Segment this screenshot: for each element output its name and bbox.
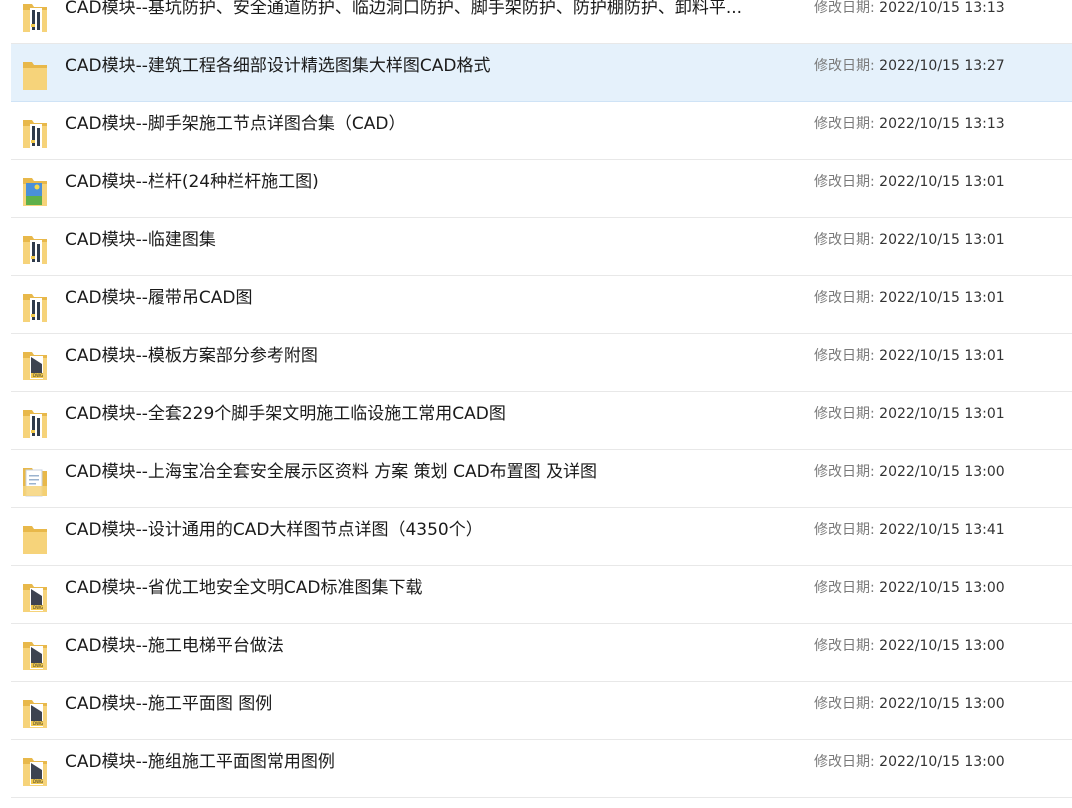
dwg-folder-icon: DWG <box>21 694 49 730</box>
item-name[interactable]: CAD模块--施工平面图 图例 <box>65 689 272 714</box>
item-name[interactable]: CAD模块--上海宝冶全套安全展示区资料 方案 策划 CAD布置图 及详图 <box>65 457 597 482</box>
modified-date-label: 修改日期: <box>814 348 875 364</box>
modified-date-value: 2022/10/15 13:01 <box>879 290 1005 306</box>
modified-date-label: 修改日期: <box>814 174 875 190</box>
modified-date-label: 修改日期: <box>814 580 875 596</box>
modified-date: 修改日期: 2022/10/15 13:13 <box>814 0 1005 17</box>
list-item[interactable]: CAD模块--基坑防护、安全通道防护、临边洞口防护、脚手架防护、防护棚防护、卸料… <box>11 0 1072 44</box>
modified-date-label: 修改日期: <box>814 232 875 248</box>
modified-date-label: 修改日期: <box>814 638 875 654</box>
item-name[interactable]: CAD模块--模板方案部分参考附图 <box>65 341 318 366</box>
svg-text:DWG: DWG <box>33 721 43 726</box>
item-name[interactable]: CAD模块--临建图集 <box>65 225 216 250</box>
folder-icon <box>21 520 49 556</box>
item-name[interactable]: CAD模块--脚手架施工节点详图合集（CAD） <box>65 109 405 134</box>
modified-date-label: 修改日期: <box>814 754 875 770</box>
modified-date-label: 修改日期: <box>814 464 875 480</box>
list-item[interactable]: CAD模块--设计通用的CAD大样图节点详图（4350个） 修改日期: 2022/… <box>11 508 1072 566</box>
list-item[interactable]: CAD模块--脚手架施工节点详图合集（CAD） 修改日期: 2022/10/15 … <box>11 102 1072 160</box>
modified-date-label: 修改日期: <box>814 0 875 16</box>
list-item[interactable]: CAD模块--建筑工程各细部设计精选图集大样图CAD格式 修改日期: 2022/1… <box>11 44 1072 102</box>
modified-date-value: 2022/10/15 13:01 <box>879 174 1005 190</box>
modified-date-label: 修改日期: <box>814 116 875 132</box>
list-item[interactable]: CAD模块--履带吊CAD图 修改日期: 2022/10/15 13:01 <box>11 276 1072 334</box>
dwg-folder-icon: DWG <box>21 752 49 788</box>
dwg-folder-icon: DWG <box>21 346 49 382</box>
item-name[interactable]: CAD模块--施工电梯平台做法 <box>65 631 284 656</box>
modified-date-value: 2022/10/15 13:01 <box>879 232 1005 248</box>
modified-date: 修改日期: 2022/10/15 13:13 <box>814 113 1005 133</box>
modified-date: 修改日期: 2022/10/15 13:01 <box>814 171 1005 191</box>
item-name[interactable]: CAD模块--栏杆(24种栏杆施工图) <box>65 167 319 192</box>
dwg-folder-icon: DWG <box>21 636 49 672</box>
dwg-folder-icon: DWG <box>21 578 49 614</box>
list-item[interactable]: DWG CAD模块--施工平面图 图例 修改日期: 2022/10/15 13:00 <box>11 682 1072 740</box>
zip-folder-icon <box>21 404 49 440</box>
modified-date: 修改日期: 2022/10/15 13:01 <box>814 345 1005 365</box>
item-name[interactable]: CAD模块--基坑防护、安全通道防护、临边洞口防护、脚手架防护、防护棚防护、卸料… <box>65 0 742 18</box>
folder-icon <box>21 56 49 92</box>
svg-text:DWG: DWG <box>33 605 43 610</box>
list-item[interactable]: CAD模块--临建图集 修改日期: 2022/10/15 13:01 <box>11 218 1072 276</box>
modified-date-value: 2022/10/15 13:01 <box>879 406 1005 422</box>
item-name[interactable]: CAD模块--建筑工程各细部设计精选图集大样图CAD格式 <box>65 51 490 76</box>
image-folder-icon <box>21 172 49 208</box>
list-item[interactable]: DWG CAD模块--施组施工平面图常用图例 修改日期: 2022/10/15 13… <box>11 740 1072 798</box>
modified-date: 修改日期: 2022/10/15 13:01 <box>814 403 1005 423</box>
modified-date-value: 2022/10/15 13:01 <box>879 348 1005 364</box>
document-folder-icon <box>21 462 49 498</box>
modified-date-value: 2022/10/15 13:13 <box>879 116 1005 132</box>
modified-date-label: 修改日期: <box>814 696 875 712</box>
modified-date: 修改日期: 2022/10/15 13:00 <box>814 751 1005 771</box>
modified-date: 修改日期: 2022/10/15 13:00 <box>814 635 1005 655</box>
modified-date: 修改日期: 2022/10/15 13:41 <box>814 519 1005 539</box>
svg-text:DWG: DWG <box>33 373 43 378</box>
modified-date-value: 2022/10/15 13:27 <box>879 58 1005 74</box>
modified-date-value: 2022/10/15 13:00 <box>879 754 1005 770</box>
list-item[interactable]: DWG CAD模块--施工电梯平台做法 修改日期: 2022/10/15 13:00 <box>11 624 1072 682</box>
file-list: CAD模块--基坑防护、安全通道防护、临边洞口防护、脚手架防护、防护棚防护、卸料… <box>0 0 1072 798</box>
list-item[interactable]: CAD模块--栏杆(24种栏杆施工图) 修改日期: 2022/10/15 13:0… <box>11 160 1072 218</box>
list-item[interactable]: CAD模块--全套229个脚手架文明施工临设施工常用CAD图 修改日期: 2022… <box>11 392 1072 450</box>
modified-date-value: 2022/10/15 13:00 <box>879 638 1005 654</box>
list-item[interactable]: CAD模块--上海宝冶全套安全展示区资料 方案 策划 CAD布置图 及详图 修改日… <box>11 450 1072 508</box>
modified-date-label: 修改日期: <box>814 522 875 538</box>
modified-date: 修改日期: 2022/10/15 13:01 <box>814 287 1005 307</box>
item-name[interactable]: CAD模块--全套229个脚手架文明施工临设施工常用CAD图 <box>65 399 506 424</box>
zip-folder-icon <box>21 230 49 266</box>
modified-date-label: 修改日期: <box>814 406 875 422</box>
svg-text:DWG: DWG <box>33 663 43 668</box>
item-name[interactable]: CAD模块--设计通用的CAD大样图节点详图（4350个） <box>65 515 483 540</box>
list-item[interactable]: DWG CAD模块--模板方案部分参考附图 修改日期: 2022/10/15 13:… <box>11 334 1072 392</box>
modified-date-value: 2022/10/15 13:13 <box>879 0 1005 16</box>
zip-folder-icon <box>21 114 49 150</box>
modified-date: 修改日期: 2022/10/15 13:00 <box>814 461 1005 481</box>
item-name[interactable]: CAD模块--省优工地安全文明CAD标准图集下载 <box>65 573 422 598</box>
modified-date: 修改日期: 2022/10/15 13:27 <box>814 55 1005 75</box>
item-name[interactable]: CAD模块--施组施工平面图常用图例 <box>65 747 335 772</box>
modified-date-label: 修改日期: <box>814 58 875 74</box>
modified-date: 修改日期: 2022/10/15 13:00 <box>814 577 1005 597</box>
item-name[interactable]: CAD模块--履带吊CAD图 <box>65 283 252 308</box>
modified-date-value: 2022/10/15 13:41 <box>879 522 1005 538</box>
modified-date: 修改日期: 2022/10/15 13:01 <box>814 229 1005 249</box>
modified-date: 修改日期: 2022/10/15 13:00 <box>814 693 1005 713</box>
modified-date-value: 2022/10/15 13:00 <box>879 580 1005 596</box>
svg-text:DWG: DWG <box>33 779 43 784</box>
modified-date-label: 修改日期: <box>814 290 875 306</box>
zip-folder-icon <box>21 288 49 324</box>
modified-date-value: 2022/10/15 13:00 <box>879 464 1005 480</box>
modified-date-value: 2022/10/15 13:00 <box>879 696 1005 712</box>
zip-folder-icon <box>21 0 49 34</box>
list-item[interactable]: DWG CAD模块--省优工地安全文明CAD标准图集下载 修改日期: 2022/10… <box>11 566 1072 624</box>
